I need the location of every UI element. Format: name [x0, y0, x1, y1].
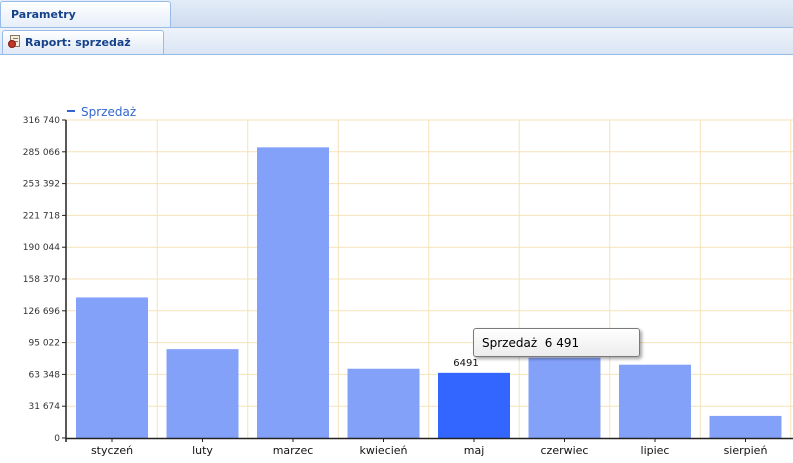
data-label: 6491 [453, 358, 478, 369]
y-tick-label: 316 740 [23, 116, 60, 126]
tooltip-value: 6 491 [544, 336, 580, 350]
bar-luty [166, 349, 239, 438]
y-tick-label: 0 [54, 434, 60, 444]
bar-sierpień [709, 415, 782, 438]
y-tick-label: 95 022 [29, 339, 61, 349]
bar-styczeń [76, 297, 148, 438]
y-tick-label: 31 674 [29, 402, 61, 412]
y-tick-label: 221 718 [23, 211, 60, 221]
tab-parametry-label: Parametry [11, 8, 76, 21]
sales-bar-chart: Sprzedaż 0 31 674 63 348 95 022 126 696 158 3… [23, 105, 793, 457]
tab-report-label: Raport: sprzedaż [25, 36, 131, 49]
x-tick-label: maj [464, 444, 485, 457]
chart-tooltip: Sprzedaż 6 491 [473, 328, 640, 357]
data-labels: 6491 [453, 358, 478, 369]
y-tick-label: 253 392 [23, 180, 60, 190]
bar-maj [438, 372, 510, 438]
y-tick-label: 190 044 [23, 243, 60, 253]
y-axis: 0 31 674 63 348 95 022 126 696 158 370 190 044… [23, 116, 60, 444]
x-tick-label: styczeń [91, 444, 133, 457]
x-tick-label: marzec [273, 444, 314, 457]
x-tick-label: czerwiec [541, 444, 589, 457]
x-tick-label: luty [192, 444, 213, 457]
x-tick-label: sierpień [724, 444, 768, 457]
bar-kwiecień [347, 368, 420, 438]
y-tick-label: 126 696 [23, 307, 60, 317]
x-tick-label: kwiecień [359, 444, 407, 457]
legend-swatch [67, 110, 75, 112]
y-tick-label: 158 370 [23, 275, 60, 285]
tab-report-sales[interactable]: Raport: sprzedaż [2, 30, 164, 54]
tooltip-series-name: Sprzedaż [482, 336, 538, 350]
bar-lipiec [619, 364, 691, 438]
bar-czerwiec [528, 357, 601, 438]
x-tick-label: lipiec [641, 444, 670, 457]
top-tab-strip: Parametry [0, 0, 793, 28]
chart-legend[interactable]: Sprzedaż [67, 105, 136, 119]
y-tick-label: 63 348 [29, 370, 61, 380]
tab-parametry[interactable]: Parametry [0, 1, 171, 27]
legend-label: Sprzedaż [81, 105, 136, 119]
report-icon [8, 35, 21, 49]
report-tab-strip: Raport: sprzedaż [0, 28, 793, 55]
y-tick-label: 285 066 [23, 148, 60, 158]
bar-marzec [257, 147, 329, 438]
